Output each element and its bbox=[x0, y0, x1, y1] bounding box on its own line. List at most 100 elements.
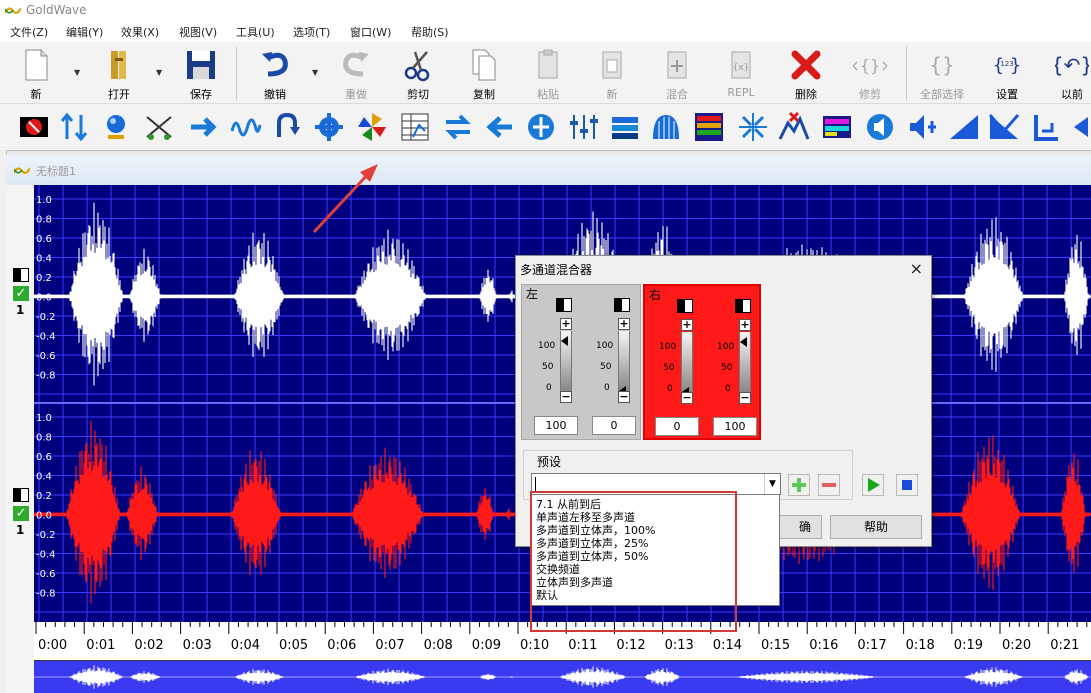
pan-icon[interactable] bbox=[609, 111, 641, 143]
annotation-highlight-box bbox=[530, 491, 737, 632]
strip-4-slider[interactable] bbox=[739, 332, 751, 392]
toolbar-separator bbox=[236, 46, 237, 100]
strip-2-plus-button[interactable]: + bbox=[618, 318, 630, 330]
select-all-button[interactable]: {} 全部选择 bbox=[915, 44, 969, 102]
menu-tools[interactable]: 工具(U) bbox=[236, 24, 275, 40]
mute-icon[interactable] bbox=[778, 111, 810, 143]
channel-1-toggle[interactable] bbox=[13, 268, 29, 282]
strip-2-toggle[interactable] bbox=[614, 298, 630, 312]
step-icon[interactable] bbox=[1030, 111, 1062, 143]
spectrum-bars-icon[interactable] bbox=[693, 111, 725, 143]
overview-bar[interactable] bbox=[34, 660, 1091, 693]
remove-preset-button[interactable] bbox=[818, 474, 840, 496]
timeline-label: 0:16 bbox=[809, 638, 839, 653]
strip-1-minus-button[interactable]: − bbox=[560, 391, 572, 403]
new-dropdown-icon[interactable]: ▼ bbox=[74, 68, 80, 77]
strip-4-toggle[interactable] bbox=[735, 299, 751, 313]
timeline-label: 0:10 bbox=[520, 638, 550, 653]
channel-2-check-icon[interactable]: ✓ bbox=[13, 506, 29, 521]
wave-icon[interactable] bbox=[230, 111, 262, 143]
magnify-icon[interactable] bbox=[100, 111, 132, 143]
strip-1-value[interactable]: 100 bbox=[534, 416, 578, 435]
timeline-label: 0:08 bbox=[423, 638, 453, 653]
timeline-label: 0:04 bbox=[230, 638, 260, 653]
compress-icon[interactable] bbox=[737, 111, 769, 143]
expand-icon[interactable] bbox=[525, 111, 557, 143]
undo-dropdown-icon[interactable]: ▼ bbox=[312, 68, 318, 77]
loop-icon[interactable] bbox=[271, 111, 303, 143]
svg-text:{↶}: {↶} bbox=[1055, 53, 1089, 77]
swap-icon[interactable] bbox=[442, 111, 474, 143]
new-button[interactable]: 新 bbox=[9, 44, 63, 102]
strip-3-minus-button[interactable]: − bbox=[681, 392, 693, 404]
color-grid-icon[interactable] bbox=[821, 111, 853, 143]
gear-effect-icon[interactable] bbox=[313, 111, 345, 143]
amplitude-tick-label: 0.0 bbox=[36, 293, 52, 304]
trim-button[interactable]: ×{}× 修剪 bbox=[843, 44, 897, 102]
save-button[interactable]: 保存 bbox=[174, 44, 228, 102]
menu-help[interactable]: 帮助(S) bbox=[411, 24, 449, 40]
pinwheel-icon[interactable] bbox=[356, 111, 388, 143]
strip-2-slider[interactable] bbox=[618, 331, 630, 396]
strip-3-plus-button[interactable]: + bbox=[681, 319, 693, 331]
resize-icon[interactable] bbox=[58, 111, 90, 143]
settings-label: 设置 bbox=[996, 88, 1018, 101]
save-disk-icon bbox=[187, 51, 215, 79]
menu-options[interactable]: 选项(T) bbox=[293, 24, 330, 40]
strip-1-thumb[interactable] bbox=[561, 336, 568, 346]
strip-3-toggle[interactable] bbox=[677, 299, 693, 313]
strip-1-slider[interactable] bbox=[560, 331, 572, 391]
mixer-icon[interactable] bbox=[568, 111, 600, 143]
play-button[interactable] bbox=[862, 474, 884, 496]
stop-icon[interactable] bbox=[18, 111, 50, 143]
minus-icon bbox=[822, 483, 836, 487]
cut-button[interactable]: 剪切 bbox=[391, 44, 445, 102]
help-button[interactable]: 帮助 bbox=[830, 515, 922, 539]
channel-1-check-icon[interactable]: ✓ bbox=[13, 286, 29, 301]
add-preset-button[interactable] bbox=[788, 474, 810, 496]
play-icon[interactable] bbox=[1068, 111, 1091, 143]
speaker-icon[interactable] bbox=[864, 111, 896, 143]
strip-4-plus-button[interactable]: + bbox=[739, 319, 751, 331]
menu-edit[interactable]: 编辑(Y) bbox=[66, 24, 103, 40]
menu-view[interactable]: 视图(V) bbox=[179, 24, 217, 40]
eq-table-icon[interactable] bbox=[399, 111, 431, 143]
close-icon[interactable]: × bbox=[910, 259, 923, 278]
replace-button[interactable]: {x} REPL bbox=[714, 44, 768, 102]
strip-3-value[interactable]: 0 bbox=[655, 417, 699, 436]
fade-icon[interactable] bbox=[187, 111, 219, 143]
menu-effects[interactable]: 效果(X) bbox=[121, 24, 159, 40]
previous-button[interactable]: {↶} 以前 bbox=[1045, 44, 1091, 102]
strip-4-value[interactable]: 100 bbox=[713, 417, 757, 436]
spectrum-icon[interactable] bbox=[650, 111, 682, 143]
paste-new-button[interactable]: 新 bbox=[585, 44, 639, 102]
delete-button[interactable]: 删除 bbox=[779, 44, 833, 102]
volume-cross-icon[interactable] bbox=[906, 111, 938, 143]
strip-3-slider[interactable] bbox=[681, 332, 693, 397]
menu-file[interactable]: 文件(Z) bbox=[10, 24, 48, 40]
channel-2-toggle[interactable] bbox=[13, 488, 29, 502]
stop-button[interactable] bbox=[896, 474, 918, 496]
copy-button[interactable]: 复制 bbox=[457, 44, 511, 102]
toolbar-separator bbox=[906, 46, 907, 100]
open-button[interactable]: 打开 bbox=[92, 44, 146, 102]
menu-window[interactable]: 窗口(W) bbox=[350, 24, 391, 40]
strip-2-value[interactable]: 0 bbox=[592, 416, 636, 435]
left-arrow-icon[interactable] bbox=[484, 111, 516, 143]
open-dropdown-icon[interactable]: ▼ bbox=[156, 68, 162, 77]
chevron-down-icon[interactable]: ▼ bbox=[764, 474, 780, 494]
strip-2-minus-button[interactable]: − bbox=[618, 391, 630, 403]
paste-button[interactable]: 粘贴 bbox=[521, 44, 575, 102]
strip-1-toggle[interactable] bbox=[556, 298, 572, 312]
noise-icon[interactable] bbox=[143, 111, 175, 143]
undo-button[interactable]: 撤销 bbox=[248, 44, 302, 102]
mix-button[interactable]: 混合 bbox=[650, 44, 704, 102]
fade-out-icon[interactable] bbox=[988, 111, 1020, 143]
fade-in-icon[interactable] bbox=[948, 111, 980, 143]
redo-button[interactable]: 重做 bbox=[329, 44, 383, 102]
strip-4-thumb[interactable] bbox=[740, 337, 747, 347]
replace-label: REPL bbox=[727, 86, 755, 99]
settings-button[interactable]: { } 123 设置 bbox=[980, 44, 1034, 102]
strip-4-minus-button[interactable]: − bbox=[739, 392, 751, 404]
strip-1-plus-button[interactable]: + bbox=[560, 318, 572, 330]
